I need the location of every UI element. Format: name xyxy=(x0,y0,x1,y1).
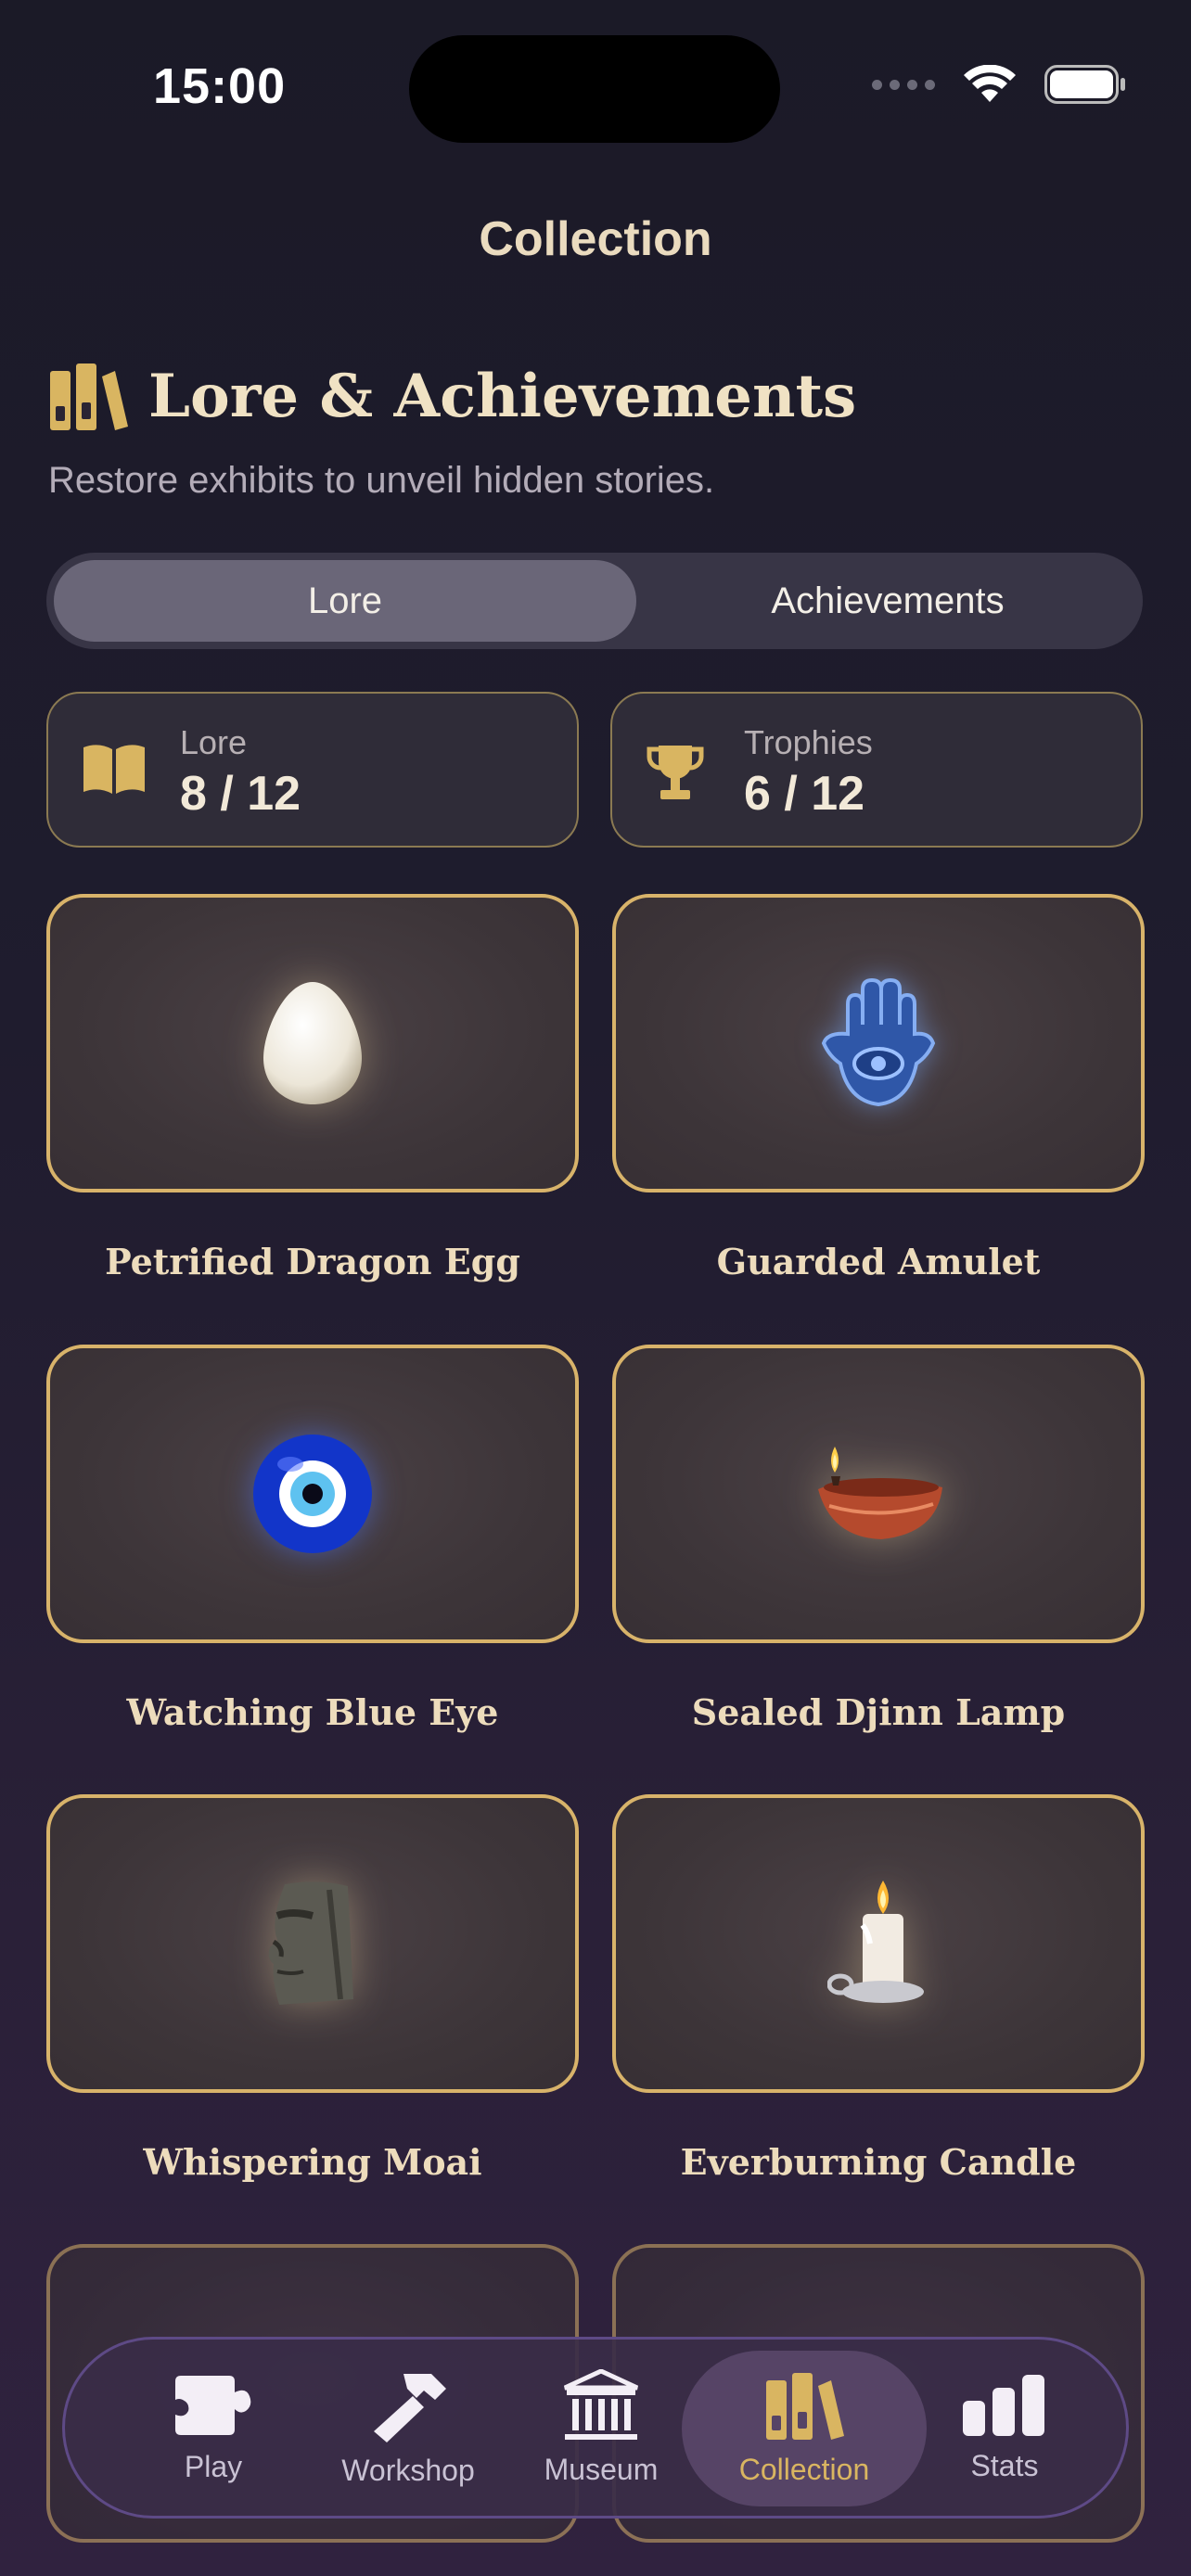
segmented-control: Lore Achievements xyxy=(46,553,1143,649)
open-book-icon xyxy=(83,745,145,794)
exhibit-card-guarded-amulet[interactable] xyxy=(612,894,1145,1192)
wifi-icon xyxy=(964,65,1016,102)
tab-collection[interactable]: Collection xyxy=(711,2340,897,2516)
cellular-signal-icon xyxy=(872,79,935,90)
candle-icon xyxy=(827,1881,924,2003)
nazar-eye-icon xyxy=(253,1435,372,1553)
tab-label: Stats xyxy=(970,2448,1039,2482)
tab-label: Museum xyxy=(544,2452,659,2486)
section-header: Lore & Achievements xyxy=(48,360,856,432)
museum-icon xyxy=(563,2368,639,2440)
tab-play[interactable]: Play xyxy=(121,2340,306,2516)
books-icon xyxy=(766,2372,844,2440)
exhibit-card-everburning-candle[interactable] xyxy=(612,1794,1145,2093)
tab-museum[interactable]: Museum xyxy=(508,2340,694,2516)
tab-label: Play xyxy=(184,2449,243,2483)
egg-icon xyxy=(263,982,362,1104)
puzzle-icon xyxy=(175,2375,251,2435)
exhibit-card-sealed-djinn-lamp[interactable] xyxy=(612,1345,1145,1643)
stat-value: 6 / 12 xyxy=(744,767,865,821)
exhibit-card-whispering-moai[interactable] xyxy=(46,1794,579,2093)
battery-icon xyxy=(1044,65,1125,104)
segment-lore[interactable]: Lore xyxy=(54,560,636,642)
segment-achievements[interactable]: Achievements xyxy=(640,560,1135,642)
exhibit-label: Guarded Amulet xyxy=(716,1241,1041,1282)
exhibit-label: Sealed Djinn Lamp xyxy=(691,1691,1066,1733)
status-icons xyxy=(872,65,1126,104)
trophy-icon xyxy=(647,746,704,799)
header-title: Lore & Achievements xyxy=(148,361,857,431)
lore-stat-card: Lore 8 / 12 xyxy=(46,692,579,848)
exhibit-label: Petrified Dragon Egg xyxy=(105,1241,520,1282)
oil-lamp-icon xyxy=(818,1447,942,1539)
header-subtitle: Restore exhibits to unveil hidden storie… xyxy=(48,460,715,501)
moai-icon xyxy=(268,1881,353,2005)
stat-label: Lore xyxy=(180,723,248,761)
exhibit-label: Watching Blue Eye xyxy=(126,1691,499,1733)
trophies-stat-card: Trophies 6 / 12 xyxy=(610,692,1143,848)
tab-workshop[interactable]: Workshop xyxy=(315,2340,501,2516)
tab-label: Collection xyxy=(738,2452,870,2486)
status-time: 15:00 xyxy=(153,58,287,114)
bar-chart-icon xyxy=(963,2374,1044,2436)
exhibit-label: Everburning Candle xyxy=(680,2141,1077,2183)
stat-label: Trophies xyxy=(744,723,873,761)
tab-bar: Play Workshop Museum Collection Stats xyxy=(62,2337,1129,2519)
tab-stats[interactable]: Stats xyxy=(916,2340,1093,2516)
exhibit-card-petrified-dragon-egg[interactable] xyxy=(46,894,579,1192)
books-icon xyxy=(50,363,128,430)
exhibit-card-watching-blue-eye[interactable] xyxy=(46,1345,579,1643)
exhibit-label: Whispering Moai xyxy=(143,2141,482,2183)
tab-label: Workshop xyxy=(341,2453,475,2487)
hammer-icon xyxy=(374,2373,446,2442)
page-title: Collection xyxy=(479,212,712,266)
stat-value: 8 / 12 xyxy=(180,767,301,821)
hamsa-icon xyxy=(821,978,936,1107)
dynamic-island xyxy=(409,35,780,143)
